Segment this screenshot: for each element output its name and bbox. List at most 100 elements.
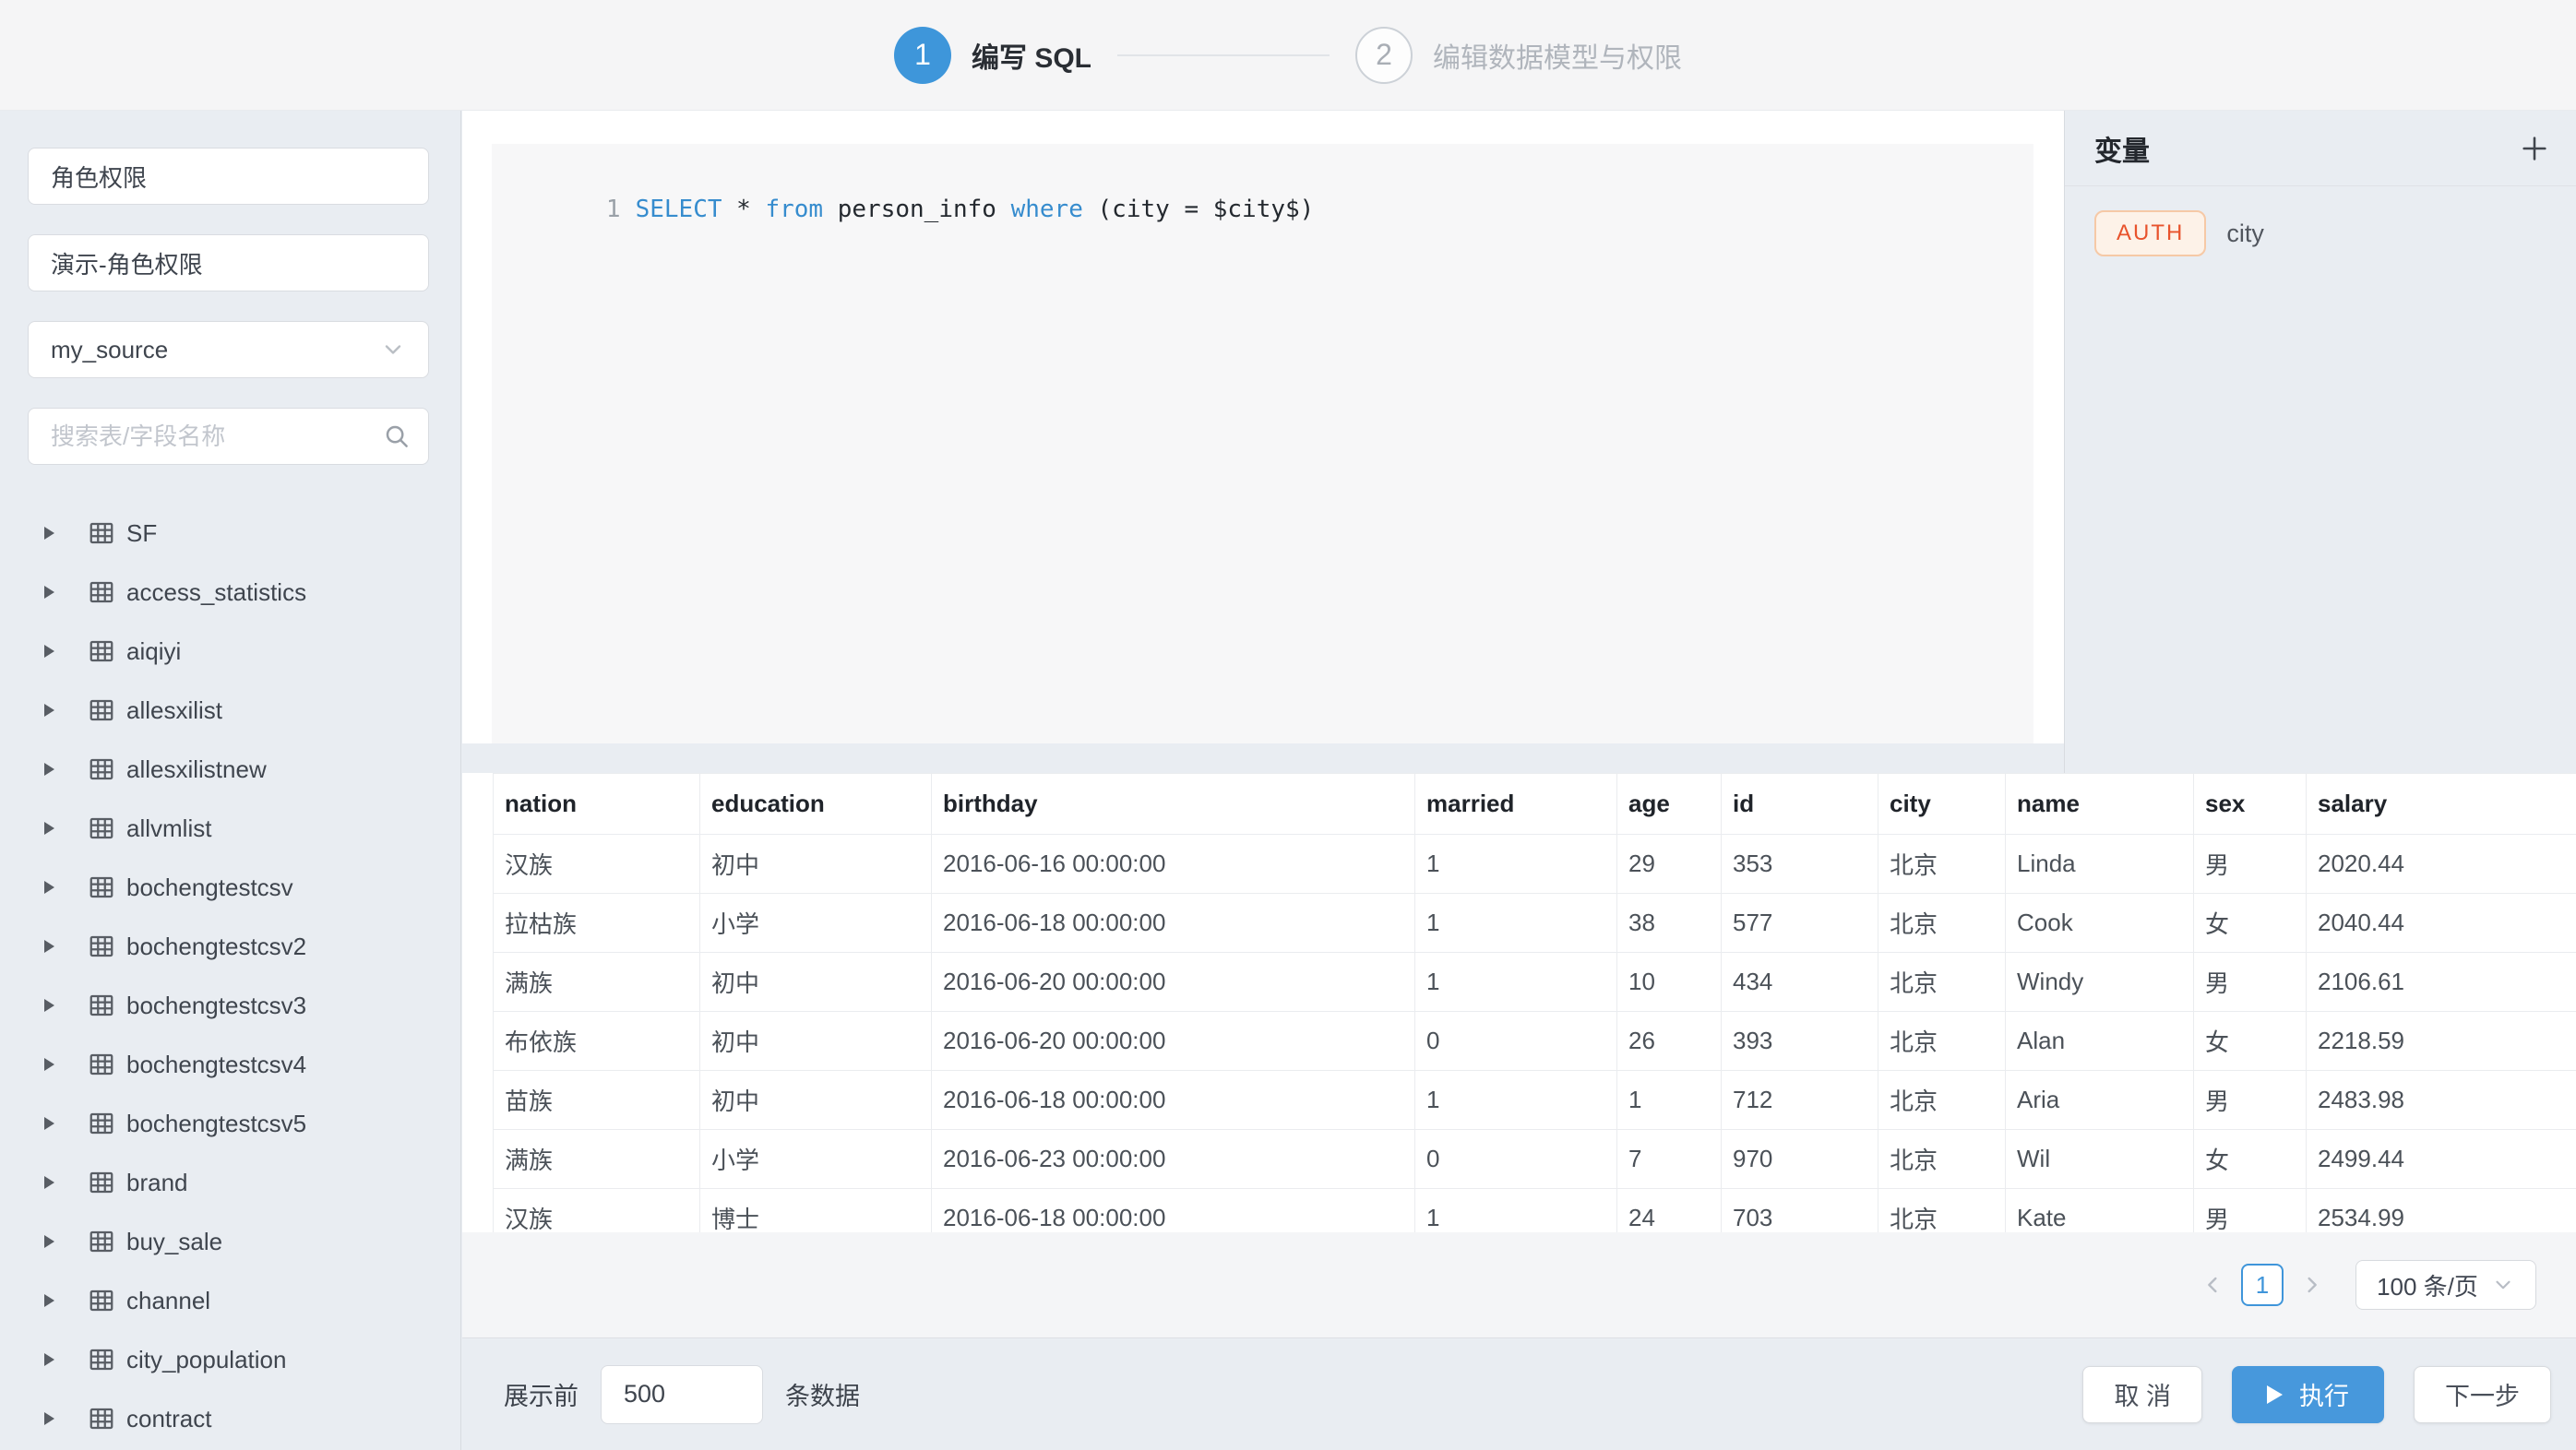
table-cell: Windy (2006, 953, 2194, 1012)
caret-right-icon[interactable] (44, 940, 54, 953)
caret-right-icon[interactable] (44, 527, 54, 540)
tree-item-label: contract (126, 1405, 212, 1433)
table-cell: 北京 (1878, 1071, 2006, 1130)
caret-right-icon[interactable] (44, 1176, 54, 1189)
table-cell: 703 (1722, 1189, 1878, 1233)
table-cell: Cook (2006, 894, 2194, 953)
cancel-button[interactable]: 取 消 (2082, 1366, 2202, 1423)
prev-page-button[interactable] (2200, 1272, 2226, 1298)
table-cell: 小学 (700, 894, 932, 953)
caret-right-icon[interactable] (44, 1058, 54, 1071)
table-grid-icon (88, 519, 115, 547)
table-cell: 北京 (1878, 894, 2006, 953)
row-limit-group: 展示前 条数据 (504, 1365, 860, 1424)
search-input[interactable] (28, 408, 429, 465)
sidebar: my_source SFaccess_statisticsaiqiyi alles… (0, 111, 461, 1450)
next-step-button[interactable]: 下一步 (2414, 1366, 2551, 1423)
table-cell: 初中 (700, 1012, 932, 1071)
table-cell: 2016-06-20 00:00:00 (932, 953, 1415, 1012)
add-variable-icon[interactable] (2519, 133, 2550, 164)
sql-text: person_info (823, 196, 1011, 223)
next-page-button[interactable] (2298, 1272, 2324, 1298)
tree-item-label: bochengtestcsv2 (126, 933, 306, 961)
caret-right-icon[interactable] (44, 1353, 54, 1366)
role-name-input[interactable] (28, 148, 429, 205)
table-grid-icon (88, 1405, 115, 1432)
table-row: 布依族初中2016-06-20 00:00:00026393北京Alan女221… (494, 1012, 2576, 1071)
variables-list: AUTHcity (2065, 210, 2576, 256)
tree-item-allesxilistnew[interactable]: allesxilistnew (28, 740, 429, 799)
tree-item-label: channel (126, 1287, 210, 1315)
tree-item-label: brand (126, 1169, 188, 1197)
tree-item-bochengtestcsv3[interactable]: bochengtestcsv3 (28, 976, 429, 1035)
table-cell: 1 (1415, 953, 1617, 1012)
datasource-select[interactable]: my_source (28, 321, 429, 378)
table-cell: 初中 (700, 953, 932, 1012)
current-page-button[interactable]: 1 (2241, 1264, 2284, 1306)
caret-right-icon[interactable] (44, 1235, 54, 1248)
table-row: 苗族初中2016-06-18 00:00:0011712北京Aria男2483.… (494, 1071, 2576, 1130)
table-cell: 0 (1415, 1012, 1617, 1071)
table-cell: 布依族 (494, 1012, 700, 1071)
table-cell: 男 (2194, 1189, 2307, 1233)
caret-right-icon[interactable] (44, 1117, 54, 1130)
tree-item-bochengtestcsv2[interactable]: bochengtestcsv2 (28, 917, 429, 976)
run-button[interactable]: 执行 (2232, 1366, 2384, 1423)
column-header-name: name (2006, 774, 2194, 835)
table-grid-icon (88, 933, 115, 960)
table-cell: 2534.99 (2307, 1189, 2576, 1233)
table-cell: 男 (2194, 835, 2307, 894)
caret-right-icon[interactable] (44, 1294, 54, 1307)
role-desc-input[interactable] (28, 234, 429, 291)
tree-item-allesxilist[interactable]: allesxilist (28, 681, 429, 740)
caret-right-icon[interactable] (44, 999, 54, 1012)
table-cell: 初中 (700, 835, 932, 894)
table-cell: 577 (1722, 894, 1878, 953)
table-cell: 393 (1722, 1012, 1878, 1071)
table-cell: 汉族 (494, 1189, 700, 1233)
variable-item-city[interactable]: AUTHcity (2094, 210, 2576, 256)
table-cell: 北京 (1878, 953, 2006, 1012)
result-table-block: nationeducationbirthdaymarriedageidcityn… (462, 773, 2576, 1232)
tree-item-SF[interactable]: SF (28, 504, 429, 563)
caret-right-icon[interactable] (44, 763, 54, 776)
page-size-select[interactable]: 100 条/页 (2355, 1260, 2536, 1310)
row-limit-input[interactable] (601, 1365, 763, 1424)
tree-item-city_population[interactable]: city_population (28, 1330, 429, 1389)
table-cell: 2016-06-18 00:00:00 (932, 894, 1415, 953)
table-cell: 北京 (1878, 1130, 2006, 1189)
table-row: 满族小学2016-06-23 00:00:0007970北京Wil女2499.4… (494, 1130, 2576, 1189)
tree-item-channel[interactable]: channel (28, 1271, 429, 1330)
sql-code: SELECT * from person_info where (city = … (636, 196, 1315, 223)
pagination-bar: 1 100 条/页 (462, 1232, 2576, 1337)
tree-item-bochengtestcsv5[interactable]: bochengtestcsv5 (28, 1094, 429, 1153)
tree-item-aiqiyi[interactable]: aiqiyi (28, 622, 429, 681)
table-cell: 0 (1415, 1130, 1617, 1189)
caret-right-icon[interactable] (44, 704, 54, 717)
sql-text: * (722, 196, 766, 223)
column-header-city: city (1878, 774, 2006, 835)
caret-right-icon[interactable] (44, 1412, 54, 1425)
tree-item-bochengtestcsv[interactable]: bochengtestcsv (28, 858, 429, 917)
tree-item-allvmlist[interactable]: allvmlist (28, 799, 429, 858)
caret-right-icon[interactable] (44, 881, 54, 894)
tree-item-label: buy_sale (126, 1228, 222, 1256)
tree-item-label: aiqiyi (126, 637, 181, 666)
caret-right-icon[interactable] (44, 586, 54, 599)
tree-item-buy_sale[interactable]: buy_sale (28, 1212, 429, 1271)
stepper-bar: 1 编写 SQL 2 编辑数据模型与权限 (0, 0, 2576, 111)
result-table: nationeducationbirthdaymarriedageidcityn… (493, 773, 2576, 1232)
variables-panel: 变量 AUTHcity (2064, 111, 2576, 773)
caret-right-icon[interactable] (44, 822, 54, 835)
tree-item-contract[interactable]: contract (28, 1389, 429, 1448)
tree-item-label: city_population (126, 1346, 286, 1374)
tree-item-brand[interactable]: brand (28, 1153, 429, 1212)
table-grid-icon (88, 637, 115, 665)
table-grid-icon (88, 755, 115, 783)
sql-editor[interactable]: 1SELECT * from person_info where (city =… (492, 144, 2033, 743)
caret-right-icon[interactable] (44, 645, 54, 658)
table-cell: 2218.59 (2307, 1012, 2576, 1071)
tree-item-access_statistics[interactable]: access_statistics (28, 563, 429, 622)
tree-item-bochengtestcsv4[interactable]: bochengtestcsv4 (28, 1035, 429, 1094)
table-cell: 2020.44 (2307, 835, 2576, 894)
